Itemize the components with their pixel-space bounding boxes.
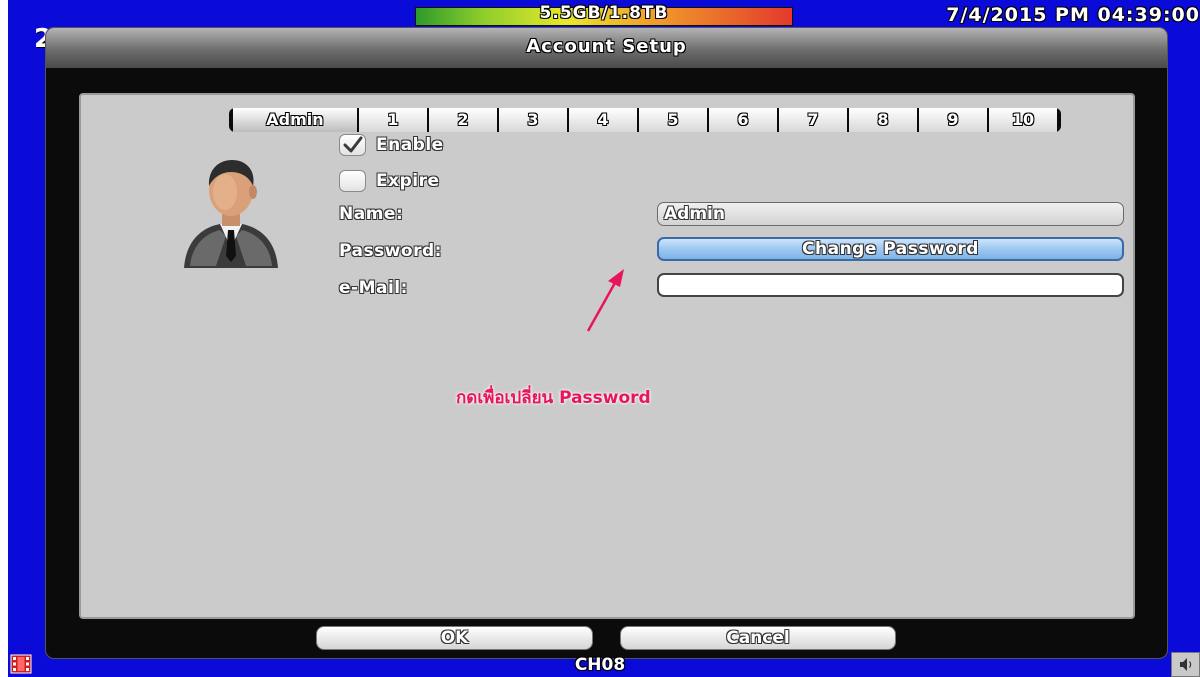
name-field[interactable]: Admin <box>657 202 1124 226</box>
speaker-icon <box>1180 658 1192 671</box>
cancel-button[interactable]: Cancel <box>620 626 896 650</box>
password-label: Password: <box>339 241 442 261</box>
dvr-screen: 5.5GB/1.8TB 7/4/2015 PM 04:39:00 2 Accou… <box>8 0 1200 677</box>
email-field[interactable] <box>657 273 1124 297</box>
dialog-title-bar: Account Setup <box>46 28 1167 68</box>
storage-usage-text: 5.5GB/1.8TB <box>539 3 669 23</box>
date-time-display: 7/4/2015 PM 04:39:00 <box>946 4 1200 26</box>
tab-admin[interactable]: Admin <box>233 108 357 132</box>
dialog-title: Account Setup <box>526 36 687 57</box>
account-tabs: Admin 1 2 3 4 5 6 7 8 9 10 <box>229 108 1061 132</box>
tab-9[interactable]: 9 <box>917 108 987 132</box>
tab-7[interactable]: 7 <box>777 108 847 132</box>
tab-6[interactable]: 6 <box>707 108 777 132</box>
enable-checkbox[interactable] <box>339 134 366 156</box>
email-label: e-Mail: <box>339 278 408 298</box>
name-label: Name: <box>339 204 404 224</box>
user-avatar-icon <box>184 160 278 268</box>
channel-label: CH08 <box>574 655 626 675</box>
tab-4[interactable]: 4 <box>567 108 637 132</box>
annotation-arrow <box>586 269 624 332</box>
account-setup-dialog: Account Setup Admin 1 2 3 4 5 6 7 8 9 10 <box>46 28 1167 658</box>
enable-label: Enable <box>376 135 444 155</box>
tab-1[interactable]: 1 <box>357 108 427 132</box>
annotation-text: กดเพื่อเปลี่ยน Password <box>456 388 651 408</box>
ok-button[interactable]: OK <box>316 626 593 650</box>
tab-8[interactable]: 8 <box>847 108 917 132</box>
change-password-button[interactable]: Change Password <box>657 237 1124 261</box>
tab-2[interactable]: 2 <box>427 108 497 132</box>
speaker-button[interactable] <box>1171 652 1200 677</box>
tab-3[interactable]: 3 <box>497 108 567 132</box>
tab-10[interactable]: 10 <box>987 108 1057 132</box>
expire-checkbox-row[interactable]: Expire <box>339 168 440 194</box>
checkmark-icon <box>343 136 363 153</box>
expire-label: Expire <box>376 171 440 191</box>
expire-checkbox[interactable] <box>339 170 366 192</box>
enable-checkbox-row[interactable]: Enable <box>339 132 444 158</box>
tab-5[interactable]: 5 <box>637 108 707 132</box>
